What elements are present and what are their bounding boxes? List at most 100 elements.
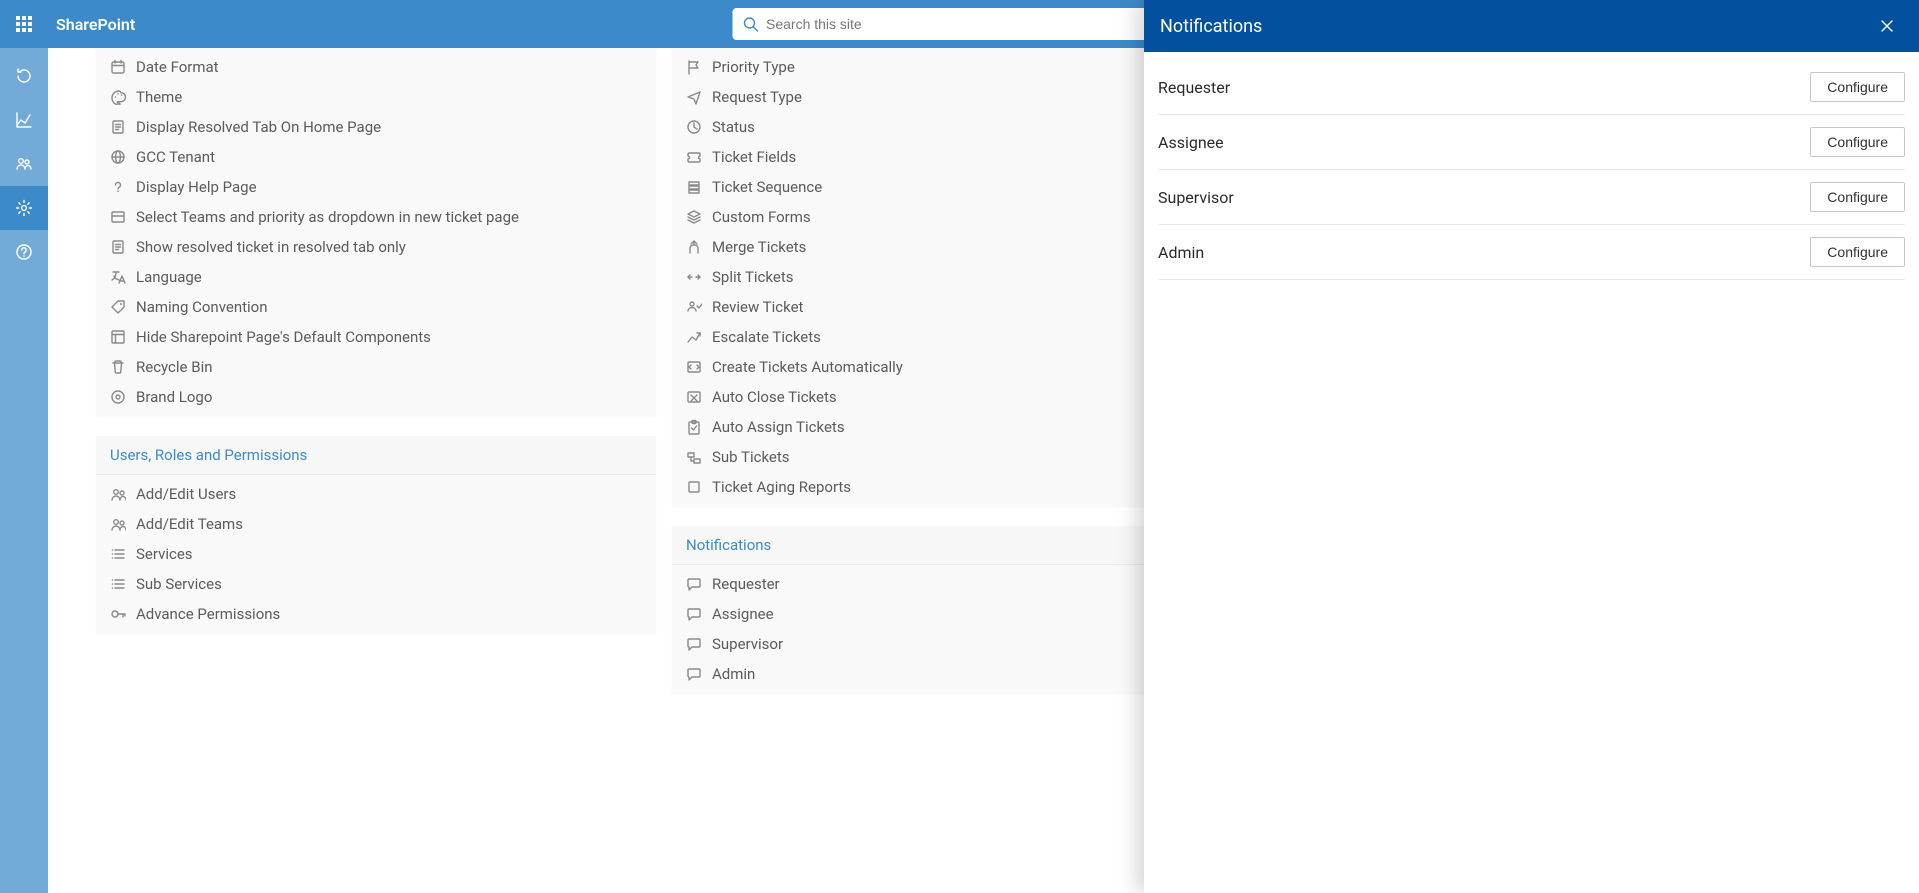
setting-general-label: Display Resolved Tab On Home Page: [136, 118, 381, 136]
rail-item-reports[interactable]: [0, 98, 48, 142]
globe-icon: [110, 149, 126, 165]
setting-users-label: Add/Edit Users: [136, 485, 236, 503]
clock-icon: [686, 119, 702, 135]
setting-users-add-edit-users[interactable]: Add/Edit Users: [96, 479, 656, 509]
setting-general-show-resolved-ticket-in-resolved-tab-only[interactable]: Show resolved ticket in resolved tab onl…: [96, 232, 656, 262]
setting-general-theme[interactable]: Theme: [96, 82, 656, 112]
configure-button-requester[interactable]: Configure: [1810, 72, 1905, 102]
activity-icon: [15, 67, 33, 85]
search-input[interactable]: [766, 16, 1177, 32]
image-icon: [110, 389, 126, 405]
rail-item-people[interactable]: [0, 142, 48, 186]
tag-icon: [110, 299, 126, 315]
people-icon: [15, 155, 33, 173]
panel-row-requester: Requester Configure: [1158, 60, 1905, 115]
setting-general-gcc-tenant[interactable]: GCC Tenant: [96, 142, 656, 172]
panel-row-admin: AdminConfigure: [1158, 225, 1905, 280]
search-wrapper: [732, 8, 1187, 40]
chat-icon: [686, 606, 702, 622]
setting-notification-label: Admin: [712, 665, 755, 683]
trash-icon: [110, 359, 126, 375]
setting-general-display-resolved-tab-on-home-page[interactable]: Display Resolved Tab On Home Page: [96, 112, 656, 142]
gear-icon: [15, 199, 33, 217]
setting-ticket-label: Auto Close Tickets: [712, 388, 837, 406]
auto-icon: [686, 359, 702, 375]
sub-icon: [686, 449, 702, 465]
help-icon: [15, 243, 33, 261]
chart-icon: [15, 111, 33, 129]
setting-general-label: Recycle Bin: [136, 358, 213, 376]
setting-users-label: Advance Permissions: [136, 605, 280, 623]
waffle-icon: [16, 16, 32, 32]
setting-ticket-label: Merge Tickets: [712, 238, 806, 256]
search-box[interactable]: [732, 8, 1187, 40]
panel-row-supervisor: Supervisor Configure: [1158, 170, 1905, 225]
card-header-users: Users, Roles and Permissions: [96, 436, 656, 475]
setting-general-label: Brand Logo: [136, 388, 212, 406]
setting-ticket-label: Auto Assign Tickets: [712, 418, 845, 436]
setting-general-label: Naming Convention: [136, 298, 268, 316]
rail-item-settings[interactable]: [0, 186, 48, 230]
panel-row-label: Assignee: [1158, 133, 1224, 152]
setting-ticket-label: Request Type: [712, 88, 802, 106]
configure-button-supervisor[interactable]: Configure: [1810, 182, 1905, 212]
chat-icon: [686, 666, 702, 682]
escalate-icon: [686, 329, 702, 345]
list-icon: [110, 576, 126, 592]
setting-ticket-label: Create Tickets Automatically: [712, 358, 903, 376]
setting-general-label: Hide Sharepoint Page's Default Component…: [136, 328, 431, 346]
setting-ticket-label: Split Tickets: [712, 268, 793, 286]
chat-icon: [686, 576, 702, 592]
app-launcher[interactable]: [0, 0, 48, 48]
closetkt-icon: [686, 389, 702, 405]
square-icon: [686, 479, 702, 495]
chat-icon: [686, 636, 702, 652]
search-icon: [742, 16, 758, 32]
setting-ticket-label: Escalate Tickets: [712, 328, 821, 346]
setting-users-services[interactable]: Services: [96, 539, 656, 569]
setting-ticket-label: Ticket Sequence: [712, 178, 822, 196]
rail-item-help[interactable]: [0, 230, 48, 274]
setting-users-advance-permissions[interactable]: Advance Permissions: [96, 599, 656, 629]
card-users-roles: Users, Roles and Permissions Add/Edit Us…: [96, 436, 656, 633]
setting-general-brand-logo[interactable]: Brand Logo: [96, 382, 656, 412]
setting-users-sub-services[interactable]: Sub Services: [96, 569, 656, 599]
configure-button-admin[interactable]: Configure: [1810, 237, 1905, 267]
setting-users-label: Add/Edit Teams: [136, 515, 243, 533]
configure-button-assignee[interactable]: Configure: [1810, 127, 1905, 157]
flag-icon: [686, 59, 702, 75]
layout-icon: [110, 329, 126, 345]
setting-ticket-label: Sub Tickets: [712, 448, 790, 466]
setting-general-recycle-bin[interactable]: Recycle Bin: [96, 352, 656, 382]
setting-users-label: Sub Services: [136, 575, 222, 593]
setting-general-select-teams-and-priority-as-dropdown-in-new-ticket-page[interactable]: Select Teams and priority as dropdown in…: [96, 202, 656, 232]
split-icon: [686, 269, 702, 285]
setting-ticket-label: Status: [712, 118, 755, 136]
doc-icon: [110, 119, 126, 135]
panel-row-label: Requester: [1158, 78, 1230, 97]
stack-icon: [686, 179, 702, 195]
setting-general-display-help-page[interactable]: Display Help Page: [96, 172, 656, 202]
setting-users-add-edit-teams[interactable]: Add/Edit Teams: [96, 509, 656, 539]
brand-label: SharePoint: [48, 15, 135, 34]
setting-users-label: Services: [136, 545, 193, 563]
setting-notification-label: Requester: [712, 575, 780, 593]
rail-item-activity[interactable]: [0, 54, 48, 98]
panel-row-label: Supervisor: [1158, 188, 1234, 207]
panel-row-assignee: Assignee Configure: [1158, 115, 1905, 170]
setting-general-label: Language: [136, 268, 202, 286]
send-icon: [686, 89, 702, 105]
palette-icon: [110, 89, 126, 105]
setting-ticket-label: Ticket Aging Reports: [712, 478, 851, 496]
setting-general-naming-convention[interactable]: Naming Convention: [96, 292, 656, 322]
setting-general-label: Show resolved ticket in resolved tab onl…: [136, 238, 406, 256]
setting-general-hide-sharepoint-page-s-default-components[interactable]: Hide Sharepoint Page's Default Component…: [96, 322, 656, 352]
notifications-panel: Notifications RequesterConfigureAssignee…: [1144, 0, 1919, 893]
doc-icon: [110, 239, 126, 255]
setting-general-date-format[interactable]: Date Format: [96, 52, 656, 82]
review-icon: [686, 299, 702, 315]
layers-icon: [686, 209, 702, 225]
key-icon: [110, 606, 126, 622]
panel-close-button[interactable]: [1871, 10, 1903, 42]
setting-general-language[interactable]: Language: [96, 262, 656, 292]
